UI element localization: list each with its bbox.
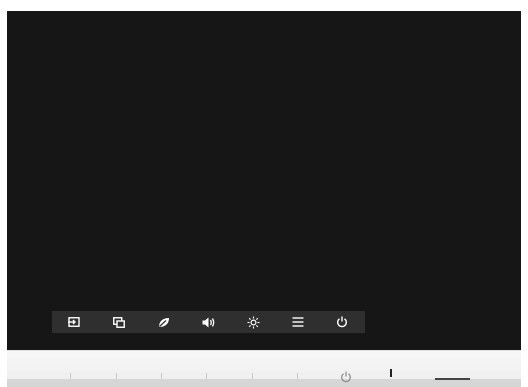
hardware-button-6[interactable] <box>297 373 298 379</box>
hardware-button-1[interactable] <box>70 373 71 379</box>
osd-menu-button[interactable] <box>275 311 320 333</box>
osd-pip-button[interactable] <box>97 311 142 333</box>
bezel-logo-strip <box>435 378 470 380</box>
osd-input-source-button[interactable] <box>52 311 97 333</box>
volume-icon <box>202 317 215 327</box>
osd-menu-bar <box>52 311 365 333</box>
bezel-bottom-edge <box>7 379 521 387</box>
eco-mode-icon <box>158 317 169 327</box>
picture-in-picture-icon <box>113 316 125 328</box>
hardware-button-5[interactable] <box>252 373 253 379</box>
brightness-icon <box>247 316 260 328</box>
osd-brightness-button[interactable] <box>231 311 276 333</box>
monitor-screen <box>7 11 521 350</box>
monitor <box>0 0 528 387</box>
hardware-power-icon <box>341 371 351 383</box>
osd-eco-mode-button[interactable] <box>141 311 186 333</box>
power-icon <box>337 316 348 328</box>
hardware-button-4[interactable] <box>206 373 207 379</box>
hardware-button-2[interactable] <box>116 373 117 379</box>
osd-power-button[interactable] <box>320 311 365 333</box>
menu-icon <box>292 317 304 327</box>
power-led-indicator <box>390 369 392 377</box>
input-source-icon <box>68 317 81 327</box>
hardware-button-3[interactable] <box>161 373 162 379</box>
hardware-power-button[interactable] <box>340 368 352 383</box>
osd-volume-button[interactable] <box>186 311 231 333</box>
